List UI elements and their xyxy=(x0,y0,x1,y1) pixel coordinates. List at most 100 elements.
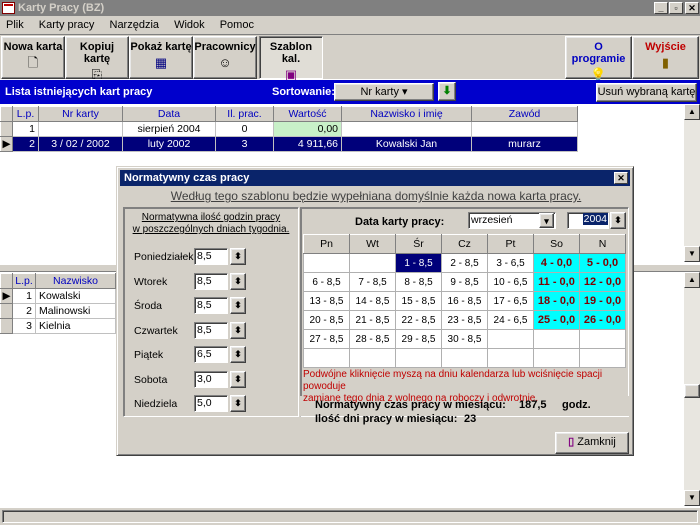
calendar-day-cell[interactable] xyxy=(487,348,534,368)
calendar-day-cell[interactable] xyxy=(487,329,534,349)
calendar-day-cell[interactable]: 21 - 8,5 xyxy=(349,310,396,330)
copy-card-button[interactable]: Kopiuj kartę ⎘ xyxy=(65,36,129,82)
menu-narzedzia[interactable]: Narzędzia xyxy=(104,16,166,34)
minimize-button[interactable]: _ xyxy=(654,2,668,14)
calendar-day-cell[interactable]: 28 - 8,5 xyxy=(349,329,396,349)
spin-icon[interactable]: ⬍ xyxy=(230,248,246,265)
weekday-hours-field[interactable]: 6,5 xyxy=(194,346,228,363)
close-dialog-button[interactable]: ▯ Zamknij xyxy=(555,432,629,454)
calendar-day-cell[interactable]: 19 - 0,0 xyxy=(579,291,626,311)
table-row-selected[interactable]: ▶ 2 3 / 02 / 2002 luty 2002 3 4 911,66 K… xyxy=(0,136,578,152)
calendar-day-cell[interactable] xyxy=(441,348,488,368)
calendar-day-cell[interactable] xyxy=(579,348,626,368)
employees-scrollbar[interactable]: ▲ ▼ xyxy=(684,272,700,506)
spin-icon[interactable]: ⬍ xyxy=(230,272,246,290)
calendar-day-cell[interactable]: 10 - 6,5 xyxy=(487,272,534,292)
col-nr-karty[interactable]: Nr karty xyxy=(38,106,123,122)
spin-icon[interactable]: ⬍ xyxy=(230,395,246,412)
close-window-button[interactable]: ✕ xyxy=(685,2,699,14)
calendar-day-cell[interactable]: 4 - 0,0 xyxy=(533,253,580,273)
exit-button[interactable]: Wyjście ▮ xyxy=(632,36,699,79)
calendar-day-cell[interactable]: 9 - 8,5 xyxy=(441,272,488,292)
weekday-hours-field[interactable]: 3,0 xyxy=(194,370,228,388)
col-data[interactable]: Data xyxy=(122,106,216,122)
calendar-day-cell[interactable]: 2 - 8,5 xyxy=(441,253,488,273)
about-button[interactable]: O programie 💡 xyxy=(565,36,632,82)
col-lp[interactable]: L.p. xyxy=(12,273,36,289)
cards-scrollbar[interactable]: ▲ ▼ xyxy=(684,104,700,262)
spin-icon[interactable]: ⬍ xyxy=(230,370,246,388)
menu-pomoc[interactable]: Pomoc xyxy=(214,16,260,34)
table-row[interactable]: 2 Malinowski xyxy=(0,303,116,319)
calendar-day-cell[interactable] xyxy=(579,329,626,349)
scroll-down-icon[interactable]: ▼ xyxy=(684,246,700,262)
scroll-down-icon[interactable]: ▼ xyxy=(684,490,700,506)
spin-icon[interactable]: ⬍ xyxy=(230,297,246,314)
year-field[interactable]: 2004 xyxy=(567,212,609,229)
calendar-day-cell[interactable]: 1 - 8,5 xyxy=(395,253,442,273)
calendar-day-cell[interactable] xyxy=(303,253,350,273)
calendar-day-cell[interactable] xyxy=(533,348,580,368)
calendar-day-cell[interactable]: 15 - 8,5 xyxy=(395,291,442,311)
calendar-day-cell[interactable] xyxy=(533,329,580,349)
employees-button[interactable]: Pracownicy ☺ xyxy=(193,36,257,79)
new-card-button[interactable]: Nowa karta 🗋 xyxy=(1,36,65,79)
sort-dropdown[interactable]: Nr karty ▾ xyxy=(334,83,434,101)
calendar-day-cell[interactable]: 23 - 8,5 xyxy=(441,310,488,330)
calendar-day-cell[interactable] xyxy=(349,253,396,273)
scroll-thumb[interactable] xyxy=(684,384,700,398)
calendar-day-cell[interactable]: 12 - 0,0 xyxy=(579,272,626,292)
calendar-day-cell[interactable]: 20 - 8,5 xyxy=(303,310,350,330)
menu-plik[interactable]: Plik xyxy=(0,16,30,34)
calendar-day-cell[interactable]: 26 - 0,0 xyxy=(579,310,626,330)
delete-card-button[interactable]: Usuń wybraną kartę xyxy=(596,83,697,102)
calendar-day-cell[interactable]: 25 - 0,0 xyxy=(533,310,580,330)
year-spin-icon[interactable]: ⬍ xyxy=(610,212,626,229)
scroll-up-icon[interactable]: ▲ xyxy=(684,104,700,120)
spin-icon[interactable]: ⬍ xyxy=(230,321,246,339)
weekday-hours-field[interactable]: 8,5 xyxy=(194,248,228,265)
calendar-day-cell[interactable]: 11 - 0,0 xyxy=(533,272,580,292)
calendar-day-cell[interactable]: 16 - 8,5 xyxy=(441,291,488,311)
calendar-day-cell[interactable]: 8 - 8,5 xyxy=(395,272,442,292)
calendar-day-cell[interactable]: 14 - 8,5 xyxy=(349,291,396,311)
show-card-button[interactable]: Pokaż kartę ▦ xyxy=(129,36,193,79)
calendar-day-cell[interactable]: 30 - 8,5 xyxy=(441,329,488,349)
sort-direction-button[interactable]: ⬇ xyxy=(438,82,456,101)
calendar-day-cell[interactable]: 29 - 8,5 xyxy=(395,329,442,349)
calendar-day-cell[interactable]: 3 - 6,5 xyxy=(487,253,534,273)
col-wartosc[interactable]: Wartość xyxy=(273,106,342,122)
calendar-day-cell[interactable]: 18 - 0,0 xyxy=(533,291,580,311)
calendar-day-cell[interactable]: 22 - 8,5 xyxy=(395,310,442,330)
calendar-day-cell[interactable]: 7 - 8,5 xyxy=(349,272,396,292)
col-il-prac[interactable]: Il. prac. xyxy=(215,106,274,122)
table-row[interactable]: 1 sierpień 2004 0 0,00 xyxy=(0,121,578,137)
menu-karty-pracy[interactable]: Karty pracy xyxy=(33,16,101,34)
col-nazwisko[interactable]: Nazwisko xyxy=(35,273,116,289)
calendar-day-cell[interactable] xyxy=(349,348,396,368)
calendar-day-cell[interactable]: 27 - 8,5 xyxy=(303,329,350,349)
template-button[interactable]: Szablon kal. ▣ xyxy=(259,36,323,82)
calendar-day-cell[interactable]: 24 - 6,5 xyxy=(487,310,534,330)
calendar-day-cell[interactable]: 17 - 6,5 xyxy=(487,291,534,311)
scroll-up-icon[interactable]: ▲ xyxy=(684,272,700,288)
dialog-close-button[interactable]: ✕ xyxy=(614,172,628,184)
menu-widok[interactable]: Widok xyxy=(168,16,211,34)
table-row[interactable]: ▶ 1 Kowalski xyxy=(0,288,116,304)
maximize-button[interactable]: ▫ xyxy=(669,2,683,14)
col-nazwisko-imie[interactable]: Nazwisko i imię xyxy=(341,106,472,122)
calendar-day-cell[interactable] xyxy=(303,348,350,368)
month-dropdown-icon[interactable]: ▾ xyxy=(539,213,554,228)
weekday-hours-field[interactable]: 5,0 xyxy=(194,395,228,412)
calendar-day-cell[interactable] xyxy=(395,348,442,368)
col-zawod[interactable]: Zawód xyxy=(471,106,578,122)
weekday-hours-field[interactable]: 8,5 xyxy=(194,321,228,339)
calendar-day-cell[interactable]: 13 - 8,5 xyxy=(303,291,350,311)
col-lp[interactable]: L.p. xyxy=(12,106,39,122)
calendar-day-cell[interactable]: 5 - 0,0 xyxy=(579,253,626,273)
calendar-day-cell[interactable]: 6 - 8,5 xyxy=(303,272,350,292)
spin-icon[interactable]: ⬍ xyxy=(230,346,246,363)
weekday-hours-field[interactable]: 8,5 xyxy=(194,272,228,290)
table-row[interactable]: 3 Kielnia xyxy=(0,318,116,334)
weekday-hours-field[interactable]: 8,5 xyxy=(194,297,228,314)
